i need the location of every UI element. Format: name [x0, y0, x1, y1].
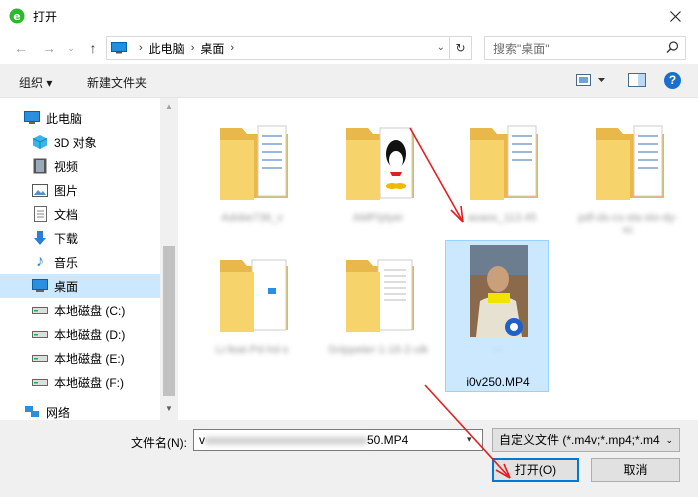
annotation-overlay	[409, 127, 511, 479]
annotation-arrow	[409, 127, 464, 223]
annotation-arrow	[424, 384, 511, 479]
